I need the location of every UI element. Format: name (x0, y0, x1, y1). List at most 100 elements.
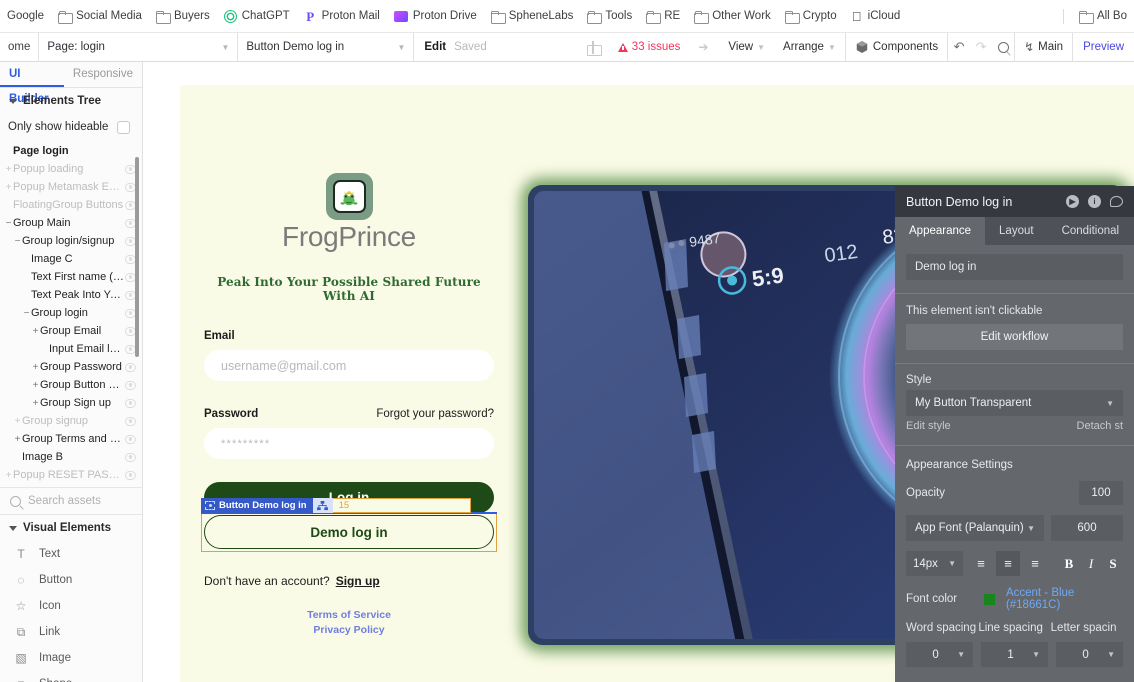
expand-icon[interactable]: + (31, 398, 40, 409)
bookmark-sphenelabs[interactable]: SpheneLabs (484, 7, 581, 25)
font-size-select[interactable]: 14px ▼ (906, 551, 963, 576)
sign-up-link[interactable]: Sign up (336, 574, 380, 588)
pointer-tool[interactable]: ➔ (689, 33, 719, 62)
collapse-icon[interactable]: − (4, 218, 13, 229)
button-text-input[interactable]: Demo log in (906, 254, 1123, 280)
tree-item[interactable]: +Group Button LogIn_... (0, 376, 142, 394)
tree-item[interactable]: Page login (0, 142, 142, 160)
expand-icon[interactable]: + (13, 416, 22, 427)
issues-button[interactable]: 33 issues (609, 33, 690, 62)
bold-button[interactable]: B (1059, 551, 1079, 576)
eye-icon[interactable] (125, 398, 136, 408)
page-selector[interactable]: Page: login ▼ (39, 33, 237, 62)
bookmark-buyers[interactable]: Buyers (149, 7, 217, 25)
view-menu[interactable]: View ▼ (719, 33, 774, 62)
visual-element-shape[interactable]: ■ Shape (0, 671, 142, 682)
tree-item[interactable]: Text Peak Into Your Po... (0, 286, 142, 304)
strikethrough-button[interactable]: S (1103, 551, 1123, 576)
expand-icon[interactable]: + (4, 470, 13, 481)
tab-appearance[interactable]: Appearance (895, 217, 986, 245)
bookmark-google[interactable]: Google (0, 7, 51, 25)
italic-button[interactable]: I (1081, 551, 1101, 576)
expand-icon[interactable]: + (13, 434, 22, 445)
bookmark-icloud[interactable]:  iCloud (844, 7, 908, 26)
visual-element-link[interactable]: ⧉ Link (0, 619, 142, 645)
element-selector[interactable]: Button Demo log in ▼ (238, 33, 413, 62)
eye-icon[interactable] (125, 380, 136, 390)
demo-log-in-button[interactable]: Demo log in (204, 515, 494, 549)
bookmark-social-media[interactable]: Social Media (51, 7, 149, 25)
tab-ui-builder[interactable]: UI Builder (0, 62, 64, 105)
tree-item[interactable]: +Group Terms and policy (0, 430, 142, 448)
expand-icon[interactable]: + (31, 380, 40, 391)
eye-icon[interactable] (125, 434, 136, 444)
tab-layout[interactable]: Layout (985, 217, 1048, 245)
info-icon[interactable]: i (1088, 195, 1101, 208)
collapse-icon[interactable]: − (13, 236, 22, 247)
detach-style-link[interactable]: Detach st (1077, 420, 1123, 432)
selection-badge[interactable]: Button Demo log in 15 (201, 498, 471, 513)
selection-badge-value[interactable]: 15 (332, 498, 471, 513)
tree-item[interactable]: +Popup Metamask Extension (0, 178, 142, 196)
preview-button[interactable]: Preview (1073, 41, 1134, 53)
expand-icon[interactable]: + (4, 164, 13, 175)
tree-item[interactable]: Text First name (sign u... (0, 268, 142, 286)
tree-item[interactable]: Image B (0, 448, 142, 466)
only-show-hideable-checkbox[interactable] (117, 120, 130, 134)
bookmark-crypto[interactable]: Crypto (778, 7, 844, 25)
tree-item[interactable]: + Popup loading (0, 160, 142, 178)
email-input[interactable]: username@gmail.com (204, 350, 494, 381)
tree-item[interactable]: FloatingGroup Buttons (0, 196, 142, 214)
eye-icon[interactable] (125, 470, 136, 480)
privacy-policy-link[interactable]: Privacy Policy (204, 623, 494, 638)
bookmark-proton-drive[interactable]: Proton Drive (387, 7, 484, 25)
play-icon[interactable]: ▶ (1066, 195, 1079, 208)
visual-element-button[interactable]: ◌ Button (0, 567, 142, 593)
expand-icon[interactable]: + (4, 182, 13, 193)
tab-conditional[interactable]: Conditional (1048, 217, 1134, 245)
align-right-button[interactable]: ≡ (1023, 551, 1047, 576)
expand-icon[interactable]: + (31, 326, 40, 337)
branch-selector[interactable]: ↯ Main (1015, 33, 1072, 62)
tree-item[interactable]: − Group login/signup (0, 232, 142, 250)
tree-item[interactable]: Image C (0, 250, 142, 268)
visual-element-icon[interactable]: ☆ Icon (0, 593, 142, 619)
font-color-swatch[interactable] (983, 593, 995, 605)
password-input[interactable]: ********* (204, 428, 494, 459)
font-color-value[interactable]: Accent - Blue (#18661C) (1006, 587, 1123, 611)
align-left-button[interactable]: ≡ (969, 551, 993, 576)
bookmark-proton-mail[interactable]: P Proton Mail (297, 7, 387, 26)
search-button[interactable] (992, 33, 1014, 62)
eye-icon[interactable] (125, 362, 136, 372)
search-assets-row[interactable]: Search assets (0, 487, 142, 515)
expand-icon[interactable]: + (31, 362, 40, 373)
hierarchy-icon[interactable] (312, 498, 333, 513)
word-spacing-input[interactable]: 0 ▼ (906, 642, 973, 667)
tree-item[interactable]: Input Email login (0, 340, 142, 358)
tree-item[interactable]: + Group Email (0, 322, 142, 340)
redo-button[interactable]: ↷ (970, 33, 992, 62)
font-weight-input[interactable]: 600 (1051, 515, 1123, 541)
bookmark-other-work[interactable]: Other Work (687, 7, 778, 25)
arrange-menu[interactable]: Arrange ▼ (774, 33, 845, 62)
comment-icon[interactable] (1110, 196, 1123, 207)
tree-item[interactable]: + Group Sign up (0, 394, 142, 412)
visual-element-text[interactable]: T Text (0, 541, 142, 567)
components-button[interactable]: Components (846, 33, 947, 62)
edit-workflow-button[interactable]: Edit workflow (906, 324, 1123, 350)
style-select[interactable]: My Button Transparent ▼ (906, 390, 1123, 416)
visual-element-image[interactable]: ▧ Image (0, 645, 142, 671)
line-spacing-input[interactable]: 1 ▼ (981, 642, 1048, 667)
tree-item[interactable]: + Group Password (0, 358, 142, 376)
tree-item[interactable]: − Group login (0, 304, 142, 322)
opacity-input[interactable]: 100 (1079, 481, 1123, 505)
bookmark-chatgpt[interactable]: ChatGPT (217, 7, 297, 26)
edit-style-link[interactable]: Edit style (906, 420, 951, 432)
toolbar-home-link[interactable]: ome (0, 41, 38, 53)
undo-button[interactable]: ↶ (948, 33, 970, 62)
eye-icon[interactable] (125, 416, 136, 426)
collapse-icon[interactable]: − (22, 308, 31, 319)
tree-item[interactable]: − Group Main (0, 214, 142, 232)
forgot-password-link[interactable]: Forgot your password? (376, 408, 494, 420)
align-center-button[interactable]: ≡ (996, 551, 1020, 576)
